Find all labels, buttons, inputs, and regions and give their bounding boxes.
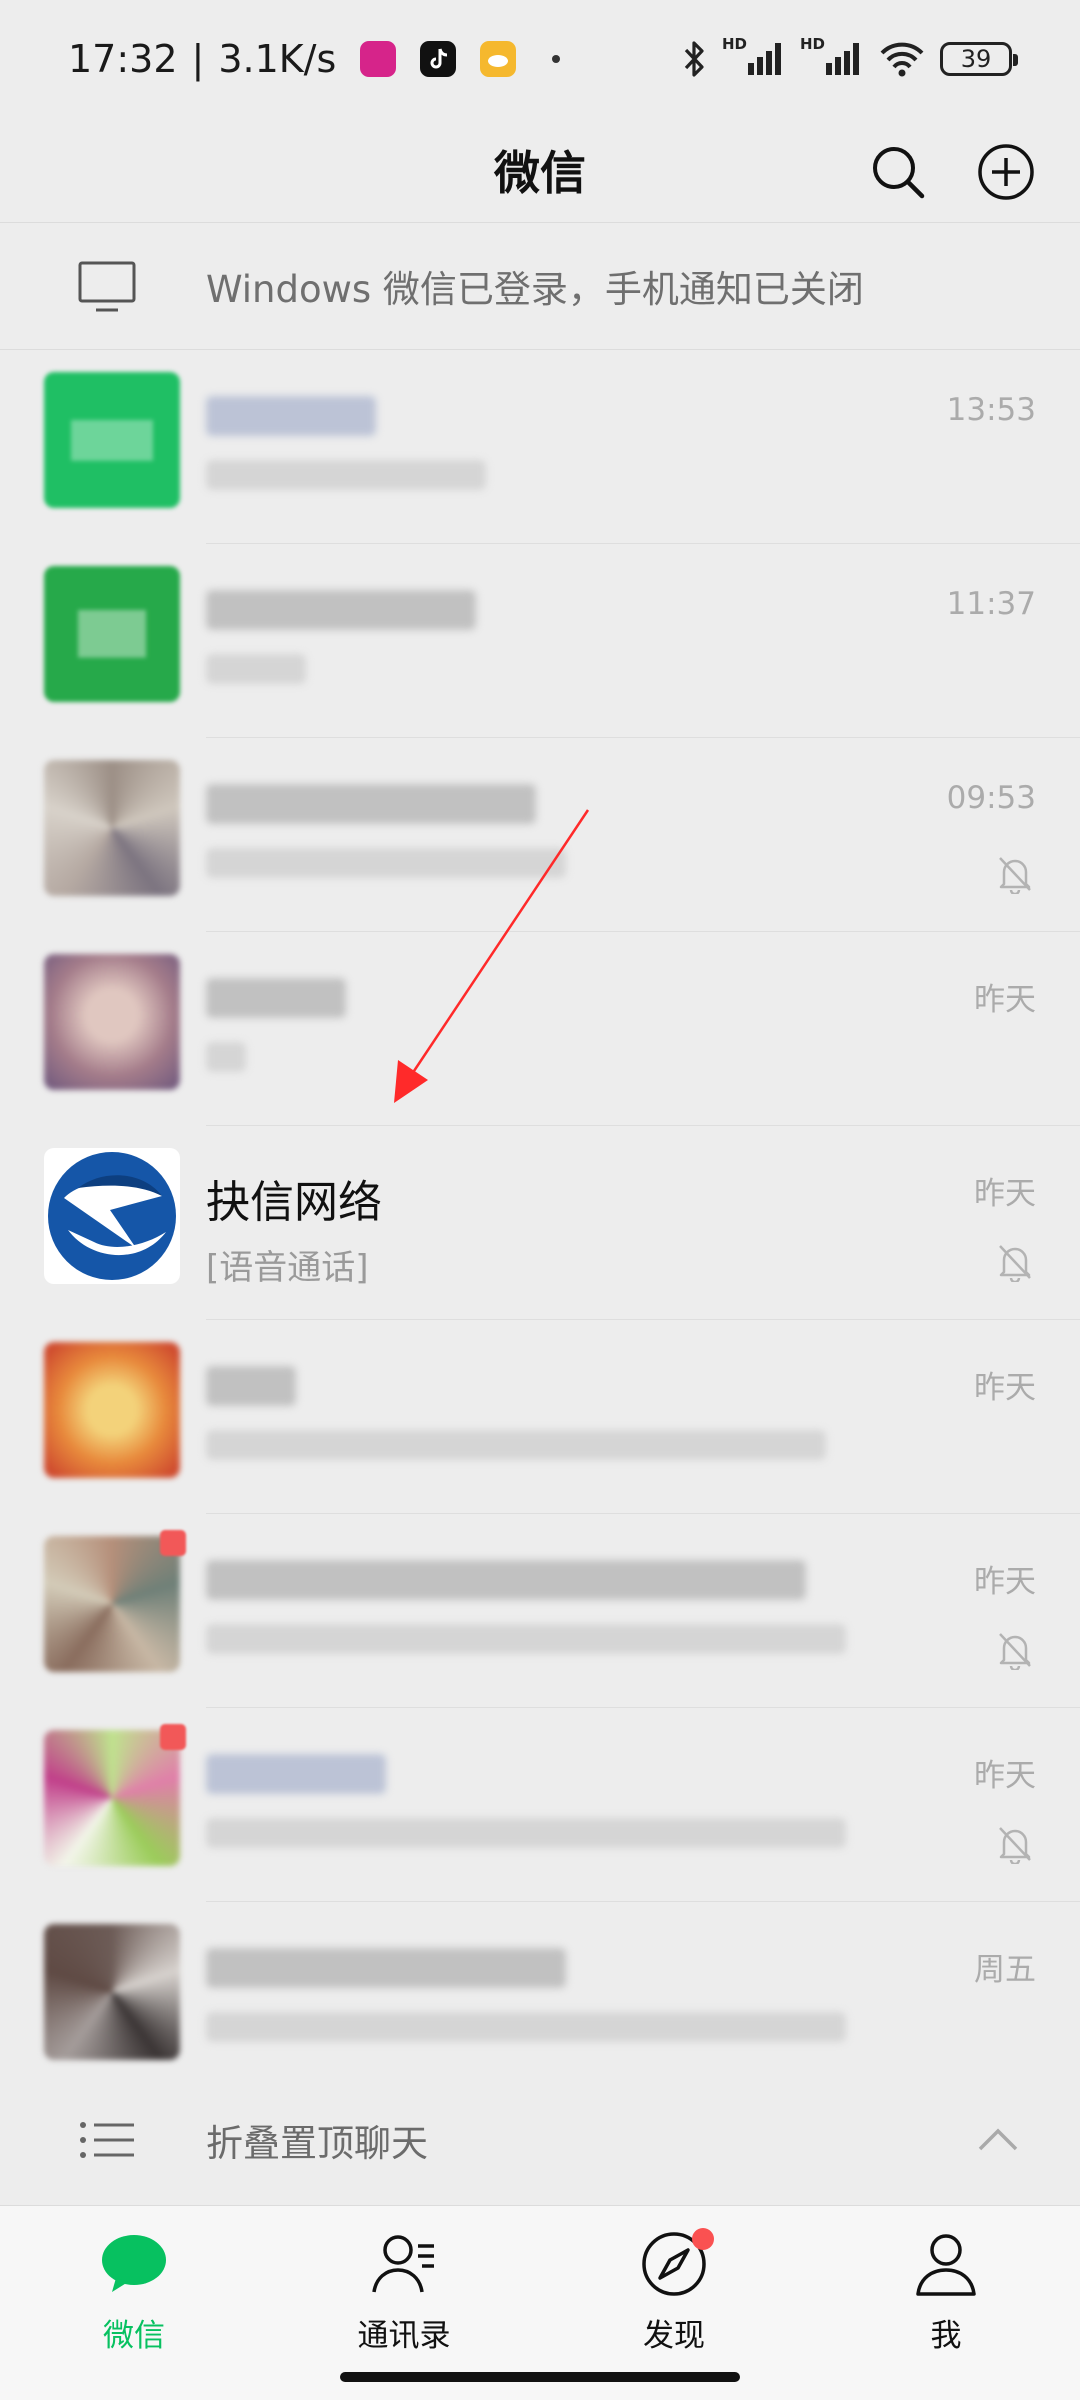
battery-level: 39 [960, 45, 992, 73]
notification-dot [552, 55, 561, 63]
chat-item-juexin[interactable]: 抉信网络 [语音通话] 昨天 [0, 1126, 1080, 1320]
chat-list: 13:53 11:37 09:53 昨天 抉信网络 [语音通话] 昨天 昨天 昨… [0, 350, 1080, 2077]
contacts-icon [372, 2235, 434, 2293]
status-separator: | [191, 37, 205, 81]
banner-text: Windows 微信已登录，手机通知已关闭 [206, 268, 864, 311]
chat-bubble-icon [102, 2235, 166, 2292]
obscured-name [206, 1366, 296, 1406]
chat-time: 昨天 [974, 1176, 1036, 1212]
discover-badge [692, 2228, 714, 2250]
status-network-speed: 3.1K/s [218, 37, 337, 81]
home-indicator[interactable] [340, 2372, 740, 2382]
tab-label: 通讯录 [357, 2318, 451, 2354]
juexin-logo-icon [46, 1150, 178, 1282]
status-bar: 17:32 | 3.1K/s HD HD 39 [0, 0, 1080, 118]
tab-contacts[interactable]: 通讯录 [304, 2228, 504, 2378]
bottom-tab-bar: 微信 通讯录 发现 我 [0, 2205, 1080, 2400]
chat-item[interactable]: 昨天 [0, 932, 1080, 1126]
bluetooth-icon [684, 41, 704, 77]
chat-time: 09:53 [946, 780, 1036, 816]
unread-badge [160, 1530, 186, 1556]
tab-label: 发现 [643, 2318, 705, 2354]
fold-pinned-label: 折叠置顶聊天 [206, 2122, 428, 2165]
obscured-name [206, 1560, 806, 1600]
obscured-preview [206, 654, 306, 684]
chat-time: 昨天 [974, 1370, 1036, 1406]
plus-circle-icon [978, 144, 1034, 200]
avatar [44, 372, 180, 508]
obscured-name [206, 396, 376, 436]
status-right: HD HD 39 [680, 35, 1018, 79]
chat-item[interactable]: 11:37 [0, 544, 1080, 738]
tab-wechat[interactable]: 微信 [34, 2228, 234, 2378]
page-title: 微信 [494, 146, 586, 200]
fold-pinned-chats[interactable]: 折叠置顶聊天 [0, 2075, 1080, 2205]
monitor-icon [78, 261, 136, 312]
signal-1: HD [722, 35, 786, 79]
chevron-up-icon[interactable] [976, 2125, 1020, 2153]
chat-time: 13:53 [946, 392, 1036, 428]
search-icon [873, 147, 925, 199]
mute-bell-icon [999, 1827, 1031, 1864]
chat-time: 周五 [974, 1952, 1036, 1988]
chat-item[interactable]: 09:53 [0, 738, 1080, 932]
chat-time: 昨天 [974, 982, 1036, 1018]
avatar [44, 760, 180, 896]
chat-item[interactable]: 昨天 [0, 1320, 1080, 1514]
top-header: 微信 [0, 118, 1080, 222]
weather-icon [480, 41, 517, 77]
tab-label: 微信 [103, 2318, 165, 2354]
obscured-name [206, 590, 476, 630]
avatar [44, 1342, 180, 1478]
obscured-preview [206, 2012, 846, 2042]
obscured-preview [206, 1624, 846, 1654]
chat-time: 昨天 [974, 1758, 1036, 1794]
chat-item[interactable]: 昨天 [0, 1514, 1080, 1708]
add-button[interactable] [976, 142, 1036, 202]
obscured-name [206, 1754, 386, 1794]
obscured-preview [206, 848, 566, 878]
battery-indicator: 39 [940, 42, 1018, 76]
chat-item[interactable]: 昨天 [0, 1708, 1080, 1902]
signal-bars-icon [826, 43, 859, 75]
status-left: 17:32 | 3.1K/s [68, 37, 561, 81]
obscured-preview [206, 1430, 826, 1460]
avatar [44, 1924, 180, 2060]
obscured-preview [206, 1042, 246, 1072]
mute-bell-icon [999, 1633, 1031, 1670]
avatar [44, 1148, 180, 1284]
obscured-name [206, 784, 536, 824]
chat-preview: [语音通话] [206, 1248, 369, 1288]
tab-discover[interactable]: 发现 [574, 2228, 774, 2378]
windows-login-banner[interactable]: Windows 微信已登录，手机通知已关闭 [0, 222, 1080, 350]
signal-2: HD [800, 35, 864, 79]
obscured-name [206, 978, 346, 1018]
mute-bell-icon [999, 857, 1031, 894]
obscured-name [206, 1948, 566, 1988]
list-icon [80, 2122, 134, 2158]
obscured-preview [206, 460, 486, 490]
avatar [44, 954, 180, 1090]
avatar [44, 566, 180, 702]
avatar [44, 1730, 180, 1866]
signal-bars-icon [748, 43, 781, 75]
tab-label: 我 [930, 2318, 962, 2354]
unread-badge [160, 1724, 186, 1750]
avatar [44, 1536, 180, 1672]
chat-name: 抉信网络 [206, 1177, 382, 1228]
tiktok-icon [420, 41, 457, 77]
wifi-icon [880, 42, 924, 77]
chat-item[interactable]: 13:53 [0, 350, 1080, 544]
person-icon [916, 2234, 976, 2296]
chat-time: 昨天 [974, 1564, 1036, 1600]
obscured-preview [206, 1818, 846, 1848]
chat-item[interactable]: 周五 [0, 1902, 1080, 2077]
tab-me[interactable]: 我 [846, 2228, 1046, 2378]
vipshop-icon [360, 41, 397, 77]
chat-time: 11:37 [946, 586, 1036, 622]
search-button[interactable] [868, 142, 928, 202]
status-time: 17:32 [68, 37, 178, 81]
mute-bell-icon [999, 1245, 1031, 1282]
